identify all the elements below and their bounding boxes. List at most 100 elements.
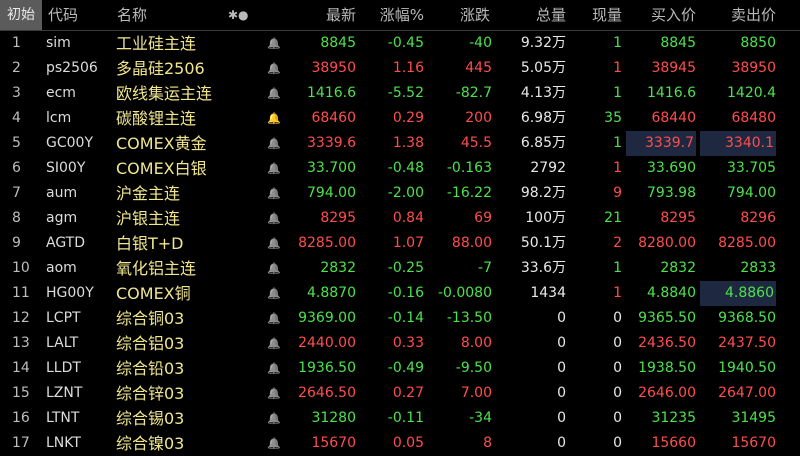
row-number: 6 [12, 160, 21, 176]
row-code: aum [46, 185, 78, 201]
row-number: 16 [12, 410, 30, 426]
bell-icon[interactable]: 🔔 [266, 331, 282, 356]
header-code[interactable]: 代码 [48, 0, 78, 30]
row-change: 88.00 [451, 235, 492, 251]
row-bid: 8295 [660, 210, 696, 226]
row-change-pct: -0.25 [387, 260, 424, 276]
row-name: 综合铝03 [116, 334, 185, 353]
row-ask: 68480 [731, 110, 776, 126]
bell-icon[interactable]: 🔔 [266, 131, 282, 156]
row-volume: 1434 [530, 285, 566, 301]
row-change: 45.5 [460, 135, 492, 151]
header-ask[interactable]: 卖出价 [704, 0, 776, 30]
row-number: 17 [12, 435, 30, 451]
table-row[interactable]: 8 agm 沪银主连 🔔 8295 0.84 69 100万 21 8295 8296 [0, 206, 800, 231]
row-change: -16.22 [446, 185, 492, 201]
row-change: -34 [469, 410, 492, 426]
row-bid: 9365.50 [638, 310, 696, 326]
table-row[interactable]: 7 aum 沪金主连 🔔 794.00 -2.00 -16.22 98.2万 9 793.98 79… [0, 181, 800, 206]
row-volume: 9.32万 [520, 35, 566, 51]
bell-icon[interactable]: 🔔 [266, 281, 282, 306]
header-volume[interactable]: 总量 [510, 0, 566, 30]
row-latest: 2832 [320, 260, 356, 276]
table-row[interactable]: 4 lcm 碳酸锂主连 🔔 68460 0.29 200 6.98万 35 68440 68480 [0, 106, 800, 131]
header-star-icon[interactable]: ✱● [228, 0, 249, 30]
bell-icon[interactable]: 🔔 [266, 106, 282, 131]
row-change-pct: 0.05 [392, 435, 424, 451]
row-current-vol: 1 [613, 85, 622, 101]
row-bid: 2436.50 [638, 335, 696, 351]
row-code: HG00Y [46, 285, 94, 301]
row-volume: 0 [557, 410, 566, 426]
bell-icon[interactable]: 🔔 [266, 206, 282, 231]
bell-icon[interactable]: 🔔 [266, 81, 282, 106]
header-latest[interactable]: 最新 [300, 0, 356, 30]
table-row[interactable]: 15 LZNT 综合锌03 🔔 2646.50 0.27 7.00 0 0 2646.00 2647… [0, 381, 800, 406]
table-row[interactable]: 3 ecm 欧线集运主连 🔔 1416.6 -5.52 -82.7 4.13万 1 1416.6 1… [0, 81, 800, 106]
row-number: 8 [12, 210, 21, 226]
row-change: 69 [474, 210, 492, 226]
bell-icon[interactable]: 🔔 [266, 156, 282, 181]
row-volume: 5.05万 [520, 60, 566, 76]
row-volume: 33.6万 [520, 260, 566, 276]
header-change-pct[interactable]: 涨幅% [360, 0, 424, 30]
row-change-pct: -0.45 [387, 35, 424, 51]
row-name: 氧化铝主连 [116, 259, 197, 278]
table-row[interactable]: 5 GC00Y COMEX黄金 🔔 3339.6 1.38 45.5 6.85万 1 3339.7… [0, 131, 800, 156]
row-ask: 38950 [731, 60, 776, 76]
table-row[interactable]: 11 HG00Y COMEX铜 🔔 4.8870 -0.16 -0.0080 1434 1 4.8… [0, 281, 800, 306]
header-current-vol[interactable]: 现量 [580, 0, 622, 30]
bell-icon[interactable]: 🔔 [266, 256, 282, 281]
table-row[interactable]: 10 aom 氧化铝主连 🔔 2832 -0.25 -7 33.6万 1 2832 2833 [0, 256, 800, 281]
row-latest: 68460 [311, 110, 356, 126]
header-change[interactable]: 涨跌 [430, 0, 490, 30]
bell-icon[interactable]: 🔔 [266, 231, 282, 256]
row-ask: 8850 [740, 35, 776, 51]
row-bid: 2646.00 [638, 385, 696, 401]
row-volume: 4.13万 [520, 85, 566, 101]
row-name: 工业硅主连 [116, 34, 197, 53]
row-latest: 1416.6 [307, 85, 356, 101]
bell-icon[interactable]: 🔔 [266, 31, 282, 56]
row-change-pct: -0.49 [387, 360, 424, 376]
table-row[interactable]: 17 LNKT 综合镍03 🔔 15670 0.05 8 0 0 15660 15670 [0, 431, 800, 456]
table-row[interactable]: 6 SI00Y COMEX白银 🔔 33.700 -0.48 -0.163 2792 1 33.6… [0, 156, 800, 181]
row-volume: 2792 [530, 160, 566, 176]
table-row[interactable]: 16 LTNT 综合锡03 🔔 31280 -0.11 -34 0 0 31235 31495 [0, 406, 800, 431]
header-name[interactable]: 名称 [117, 0, 147, 30]
row-volume: 0 [557, 385, 566, 401]
table-row[interactable]: 14 LLDT 综合铅03 🔔 1936.50 -0.49 -9.50 0 0 1938.50 19… [0, 356, 800, 381]
table-row[interactable]: 12 LCPT 综合铜03 🔔 9369.00 -0.14 -13.50 0 0 9365.50 9… [0, 306, 800, 331]
row-current-vol: 0 [613, 360, 622, 376]
bell-icon[interactable]: 🔔 [266, 431, 282, 456]
row-latest: 8285.00 [298, 235, 356, 251]
table-row[interactable]: 13 LALT 综合铝03 🔔 2440.00 0.33 8.00 0 0 2436.50 2437… [0, 331, 800, 356]
bell-icon[interactable]: 🔔 [266, 181, 282, 206]
row-code: agm [46, 210, 78, 226]
table-row[interactable]: 2 ps2506 多晶硅2506 🔔 38950 1.16 445 5.05万 1 38945 38… [0, 56, 800, 81]
table-row[interactable]: 9 AGTD 白银T+D 🔔 8285.00 1.07 88.00 50.1万 2 8280.00… [0, 231, 800, 256]
bell-icon[interactable]: 🔔 [266, 306, 282, 331]
header-bid[interactable]: 买入价 [630, 0, 696, 30]
row-bid: 33.690 [647, 160, 696, 176]
tab-initial[interactable]: 初始 [0, 0, 42, 30]
bell-icon[interactable]: 🔔 [266, 381, 282, 406]
bell-icon[interactable]: 🔔 [266, 56, 282, 81]
row-name: 沪金主连 [116, 184, 181, 203]
row-change-pct: 1.16 [392, 60, 424, 76]
row-current-vol: 0 [613, 435, 622, 451]
row-bid: 1416.6 [647, 85, 696, 101]
row-latest: 31280 [311, 410, 356, 426]
row-code: ecm [46, 85, 76, 101]
row-current-vol: 0 [613, 410, 622, 426]
bell-icon[interactable]: 🔔 [266, 356, 282, 381]
table-row[interactable]: 1 sim 工业硅主连 🔔 8845 -0.45 -40 9.32万 1 8845 8850 [0, 31, 800, 56]
row-name: 综合锡03 [116, 409, 185, 428]
row-ask: 1420.4 [727, 85, 776, 101]
row-code: aom [46, 260, 77, 276]
row-code: GC00Y [46, 135, 93, 151]
bell-icon[interactable]: 🔔 [266, 406, 282, 431]
row-name: COMEX黄金 [116, 134, 207, 153]
row-ask: 15670 [731, 435, 776, 451]
row-name: 欧线集运主连 [116, 84, 213, 103]
